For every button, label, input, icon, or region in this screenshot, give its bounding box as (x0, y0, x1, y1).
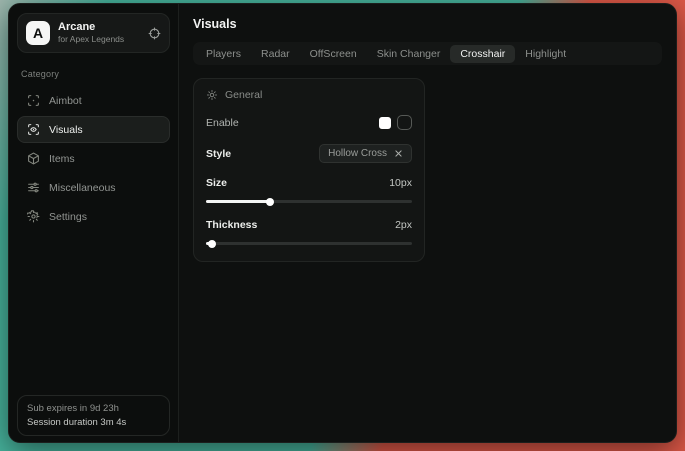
tab-radar[interactable]: Radar (251, 45, 300, 63)
category-label: Category (21, 69, 166, 79)
style-row: Style Hollow Cross (206, 144, 412, 163)
sidebar-item-visuals[interactable]: Visuals (17, 116, 170, 143)
slider-thumb[interactable] (208, 240, 216, 248)
subscription-info-card: Sub expires in 9d 23h Session duration 3… (17, 395, 170, 436)
target-icon[interactable] (148, 27, 161, 40)
color-swatch[interactable] (379, 117, 391, 129)
page-title: Visuals (193, 17, 662, 31)
gear-icon (27, 210, 40, 223)
sidebar-item-settings[interactable]: Settings (17, 203, 170, 230)
style-label: Style (206, 148, 231, 160)
slider-thumb[interactable] (266, 198, 274, 206)
sub-expires-text: Sub expires in 9d 23h (27, 403, 160, 414)
enable-checkbox[interactable] (397, 115, 412, 130)
sidebar-spacer (17, 230, 170, 395)
session-duration-text: Session duration 3m 4s (27, 417, 160, 428)
sidebar-item-items[interactable]: Items (17, 145, 170, 172)
size-row: Size 10px (206, 177, 412, 189)
size-slider[interactable] (206, 197, 412, 205)
panel-title: General (225, 89, 262, 101)
sliders-icon (27, 181, 40, 194)
sidebar-item-aimbot[interactable]: Aimbot (17, 87, 170, 114)
sidebar-item-label: Visuals (49, 124, 83, 136)
enable-label: Enable (206, 117, 239, 129)
style-value: Hollow Cross (328, 148, 387, 159)
tab-bar: Players Radar OffScreen Skin Changer Cro… (193, 42, 662, 65)
close-icon[interactable] (394, 149, 403, 158)
sidebar-item-miscellaneous[interactable]: Miscellaneous (17, 174, 170, 201)
cog-icon (206, 89, 218, 101)
sidebar-item-label: Aimbot (49, 95, 82, 107)
thickness-slider[interactable] (206, 239, 412, 247)
scan-icon (27, 94, 40, 107)
enable-row: Enable (206, 115, 412, 130)
app-window: A Arcane for Apex Legends Category (8, 3, 677, 443)
sidebar-item-label: Miscellaneous (49, 182, 116, 194)
app-logo: A (26, 21, 50, 45)
slider-track (206, 242, 412, 245)
main-content: Visuals Players Radar OffScreen Skin Cha… (179, 4, 676, 442)
app-titles: Arcane for Apex Legends (58, 21, 140, 45)
panel-header: General (206, 89, 412, 101)
app-name: Arcane (58, 21, 140, 34)
size-value: 10px (389, 177, 412, 189)
thickness-label: Thickness (206, 219, 257, 231)
general-panel: General Enable Style Hollow Cross (193, 78, 425, 262)
scan-eye-icon (27, 123, 40, 136)
thickness-value: 2px (395, 219, 412, 231)
sidebar-item-label: Items (49, 153, 75, 165)
enable-controls (379, 115, 412, 130)
tab-offscreen[interactable]: OffScreen (300, 45, 367, 63)
app-header-card: A Arcane for Apex Legends (17, 13, 170, 53)
sidebar-nav: Aimbot Visuals Items (17, 87, 170, 230)
tab-highlight[interactable]: Highlight (515, 45, 576, 63)
sidebar: A Arcane for Apex Legends Category (9, 4, 179, 442)
slider-fill (206, 200, 270, 203)
sidebar-item-label: Settings (49, 211, 87, 223)
tab-players[interactable]: Players (196, 45, 251, 63)
size-label: Size (206, 177, 227, 189)
package-icon (27, 152, 40, 165)
tab-skin-changer[interactable]: Skin Changer (367, 45, 451, 63)
style-dropdown-chip[interactable]: Hollow Cross (319, 144, 412, 163)
tab-crosshair[interactable]: Crosshair (450, 45, 515, 63)
app-subtitle: for Apex Legends (58, 34, 140, 45)
thickness-row: Thickness 2px (206, 219, 412, 231)
